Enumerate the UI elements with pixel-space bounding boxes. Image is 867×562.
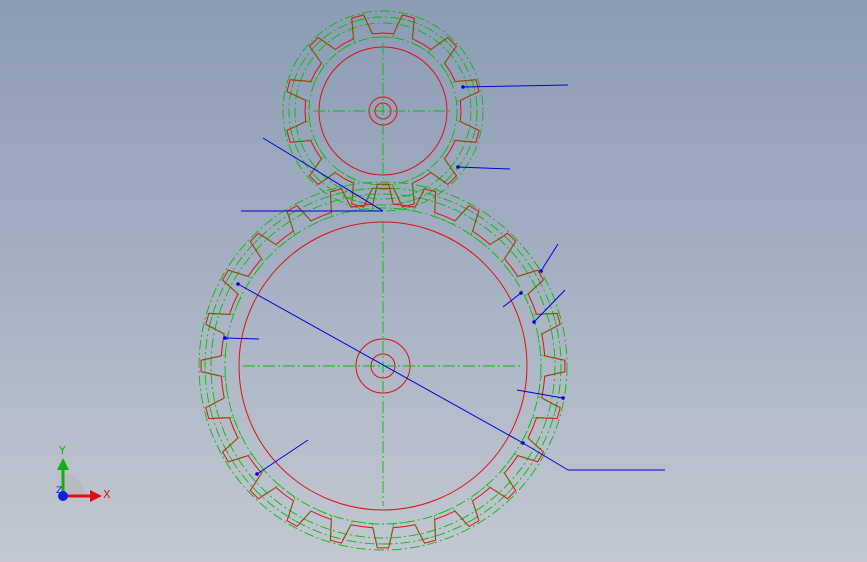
leader-arrowhead-8 [561,396,565,400]
driven-gear [198,181,568,551]
leader-line-7 [502,292,522,308]
triad-y-arrow [57,458,69,470]
leader-arrowhead-7 [255,472,259,476]
leader-line-2 [457,166,511,170]
leader-line-3 [262,137,384,212]
leader-arrowhead-9 [236,282,240,286]
leader-line-5 [540,243,559,272]
leader-arrowhead-4 [532,320,536,324]
leader-line-11 [237,283,524,444]
leader-line-8 [224,337,260,340]
annotation-leaders [223,84,665,476]
gear-pair-drawing: Y X Z [56,10,665,551]
triad-x-label: X [103,488,111,501]
cad-viewport[interactable]: Y X Z [0,0,867,562]
pinion-gear [282,10,484,212]
leader-arrowhead-3 [539,269,543,273]
triad-x-arrow [90,490,102,502]
leader-arrowhead-5 [519,291,523,295]
triad-z-label: Z [56,486,62,496]
leader-line-1 [462,84,569,88]
leader-arrowhead-1 [461,85,465,89]
leader-arrowhead-2 [456,165,460,169]
triad-y-label: Y [58,444,66,457]
coordinate-triad: Y X Z [56,444,111,502]
leader-arrowhead-10 [521,441,525,445]
leader-arrowhead-6 [223,336,227,340]
